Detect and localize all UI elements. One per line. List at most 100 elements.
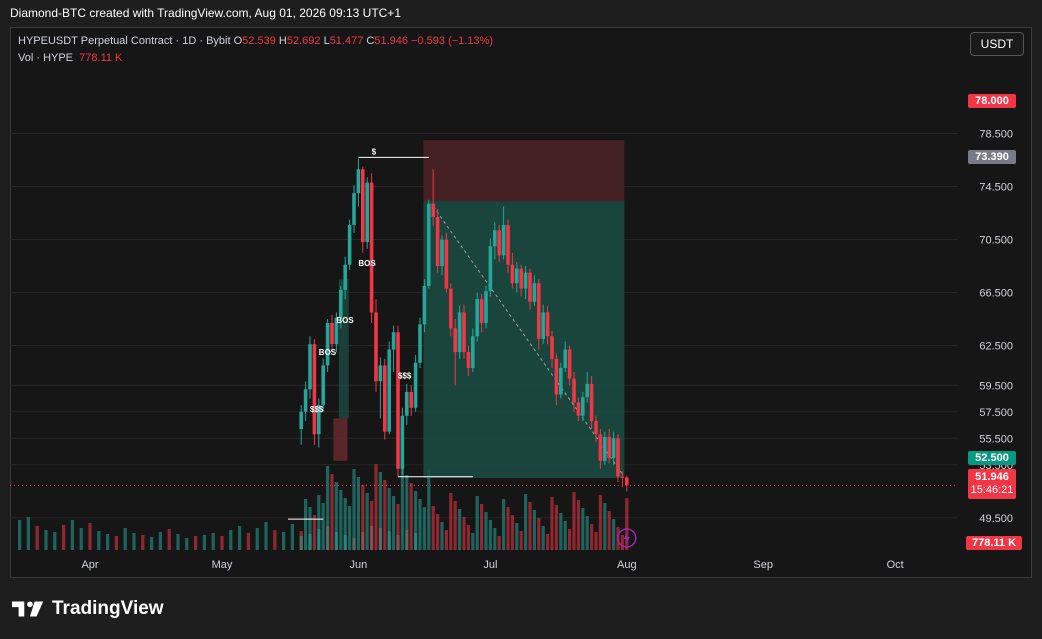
- candle-body[interactable]: [391, 332, 396, 350]
- candle-body[interactable]: [462, 312, 466, 353]
- candle-body[interactable]: [506, 224, 510, 265]
- candle-body[interactable]: [532, 283, 537, 302]
- candle-body[interactable]: [365, 182, 369, 243]
- low-value: 51.477: [329, 35, 364, 47]
- candle-body[interactable]: [453, 328, 457, 353]
- candle-body[interactable]: [308, 344, 312, 390]
- candle-body[interactable]: [616, 438, 620, 477]
- volume-bar: [607, 511, 611, 550]
- candle-body[interactable]: [528, 272, 532, 302]
- candle-body[interactable]: [563, 349, 567, 369]
- x-axis-tick-label: Jul: [483, 559, 497, 571]
- candle-body[interactable]: [541, 312, 545, 339]
- candle-body[interactable]: [567, 349, 572, 379]
- logo-text: TradingView: [52, 598, 164, 619]
- candle-body[interactable]: [422, 285, 427, 325]
- candle-body[interactable]: [466, 352, 471, 369]
- volume-bar: [150, 537, 154, 550]
- candle-body[interactable]: [585, 383, 589, 398]
- candle-body[interactable]: [431, 203, 435, 217]
- candle-body[interactable]: [493, 230, 497, 247]
- candle-body[interactable]: [576, 402, 581, 416]
- candle-body[interactable]: [427, 203, 431, 286]
- volume-bar: [264, 522, 268, 550]
- currency-button[interactable]: USDT: [970, 32, 1024, 56]
- candle-body[interactable]: [550, 336, 554, 359]
- volume-bar: [594, 532, 598, 550]
- candle-body[interactable]: [598, 434, 603, 461]
- candle-body[interactable]: [330, 322, 334, 345]
- volume-bar: [132, 533, 136, 550]
- candle-body[interactable]: [400, 415, 405, 469]
- volume-bar: [114, 536, 118, 550]
- candle-body[interactable]: [303, 389, 308, 412]
- candle-body[interactable]: [625, 477, 629, 486]
- stop-loss-zone[interactable]: [423, 140, 625, 202]
- candle-body[interactable]: [510, 264, 515, 284]
- candle-body[interactable]: [594, 421, 598, 435]
- candle-body[interactable]: [620, 476, 625, 478]
- candle-body[interactable]: [312, 344, 317, 435]
- volume-bar: [449, 493, 453, 550]
- candle-body[interactable]: [378, 365, 383, 382]
- volume-bar: [550, 497, 554, 550]
- candle-body[interactable]: [347, 224, 352, 265]
- candle-body[interactable]: [361, 169, 365, 243]
- price-chart[interactable]: Apr May Jun Jul Aug Sep Oct 78.500 74.500 70.500 6…: [10, 27, 1032, 578]
- candle-body[interactable]: [409, 391, 413, 408]
- candle-body[interactable]: [457, 312, 462, 353]
- volume-label[interactable]: Vol · HYPE: [18, 52, 73, 64]
- volume-bar: [453, 501, 457, 550]
- candle-body[interactable]: [488, 246, 493, 292]
- candle-body[interactable]: [325, 322, 330, 366]
- candle-body[interactable]: [545, 312, 550, 337]
- candle-body[interactable]: [479, 299, 484, 323]
- candle-body[interactable]: [339, 289, 343, 318]
- candle-body[interactable]: [471, 336, 475, 369]
- candle-body[interactable]: [581, 397, 585, 416]
- target-price-tag: 78.000: [968, 94, 1016, 108]
- candle-body[interactable]: [299, 411, 303, 429]
- candle-body[interactable]: [501, 224, 506, 256]
- candle-body[interactable]: [383, 365, 387, 432]
- candle-body[interactable]: [387, 349, 391, 432]
- candle-body[interactable]: [611, 438, 616, 459]
- change-value: −0.593 (−1.13%): [411, 35, 494, 47]
- candle-body[interactable]: [607, 436, 611, 459]
- candle-body[interactable]: [572, 378, 576, 403]
- candle-body[interactable]: [449, 288, 453, 329]
- candle-body[interactable]: [418, 324, 422, 363]
- tradingview-logo[interactable]: TradingView: [12, 598, 164, 620]
- candle-body[interactable]: [554, 358, 559, 395]
- candle-body[interactable]: [519, 268, 523, 289]
- symbol-label[interactable]: HYPEUSDT Perpetual Contract · 1D · Bybit: [18, 35, 231, 47]
- candle-body[interactable]: [475, 299, 479, 337]
- candle-body[interactable]: [343, 264, 347, 290]
- candle-body[interactable]: [440, 239, 444, 267]
- y-axis-tick-label: 57.500: [979, 407, 1013, 419]
- candle-body[interactable]: [435, 216, 440, 267]
- y-axis-tick-label: 62.500: [979, 341, 1013, 353]
- candle-body[interactable]: [484, 291, 488, 323]
- candle-body[interactable]: [589, 383, 594, 422]
- candle-body[interactable]: [374, 312, 378, 382]
- candle-body[interactable]: [444, 239, 449, 289]
- candle-body[interactable]: [413, 362, 418, 408]
- volume-bar: [488, 520, 492, 550]
- candle-body[interactable]: [396, 332, 400, 469]
- volume-bar: [299, 536, 303, 550]
- candle-body[interactable]: [497, 230, 501, 256]
- candle-body[interactable]: [356, 169, 361, 194]
- candle-body[interactable]: [515, 268, 519, 284]
- candle-body[interactable]: [369, 182, 374, 313]
- candle-body[interactable]: [523, 272, 528, 289]
- volume-bar: [603, 503, 607, 550]
- candle-body[interactable]: [405, 391, 409, 416]
- candle-body[interactable]: [352, 193, 356, 225]
- candle-body[interactable]: [321, 365, 325, 406]
- volume-bar: [79, 528, 83, 550]
- candle-body[interactable]: [537, 283, 541, 339]
- candle-body[interactable]: [559, 368, 563, 395]
- volume-bar: [528, 502, 532, 550]
- candle-body[interactable]: [603, 436, 607, 461]
